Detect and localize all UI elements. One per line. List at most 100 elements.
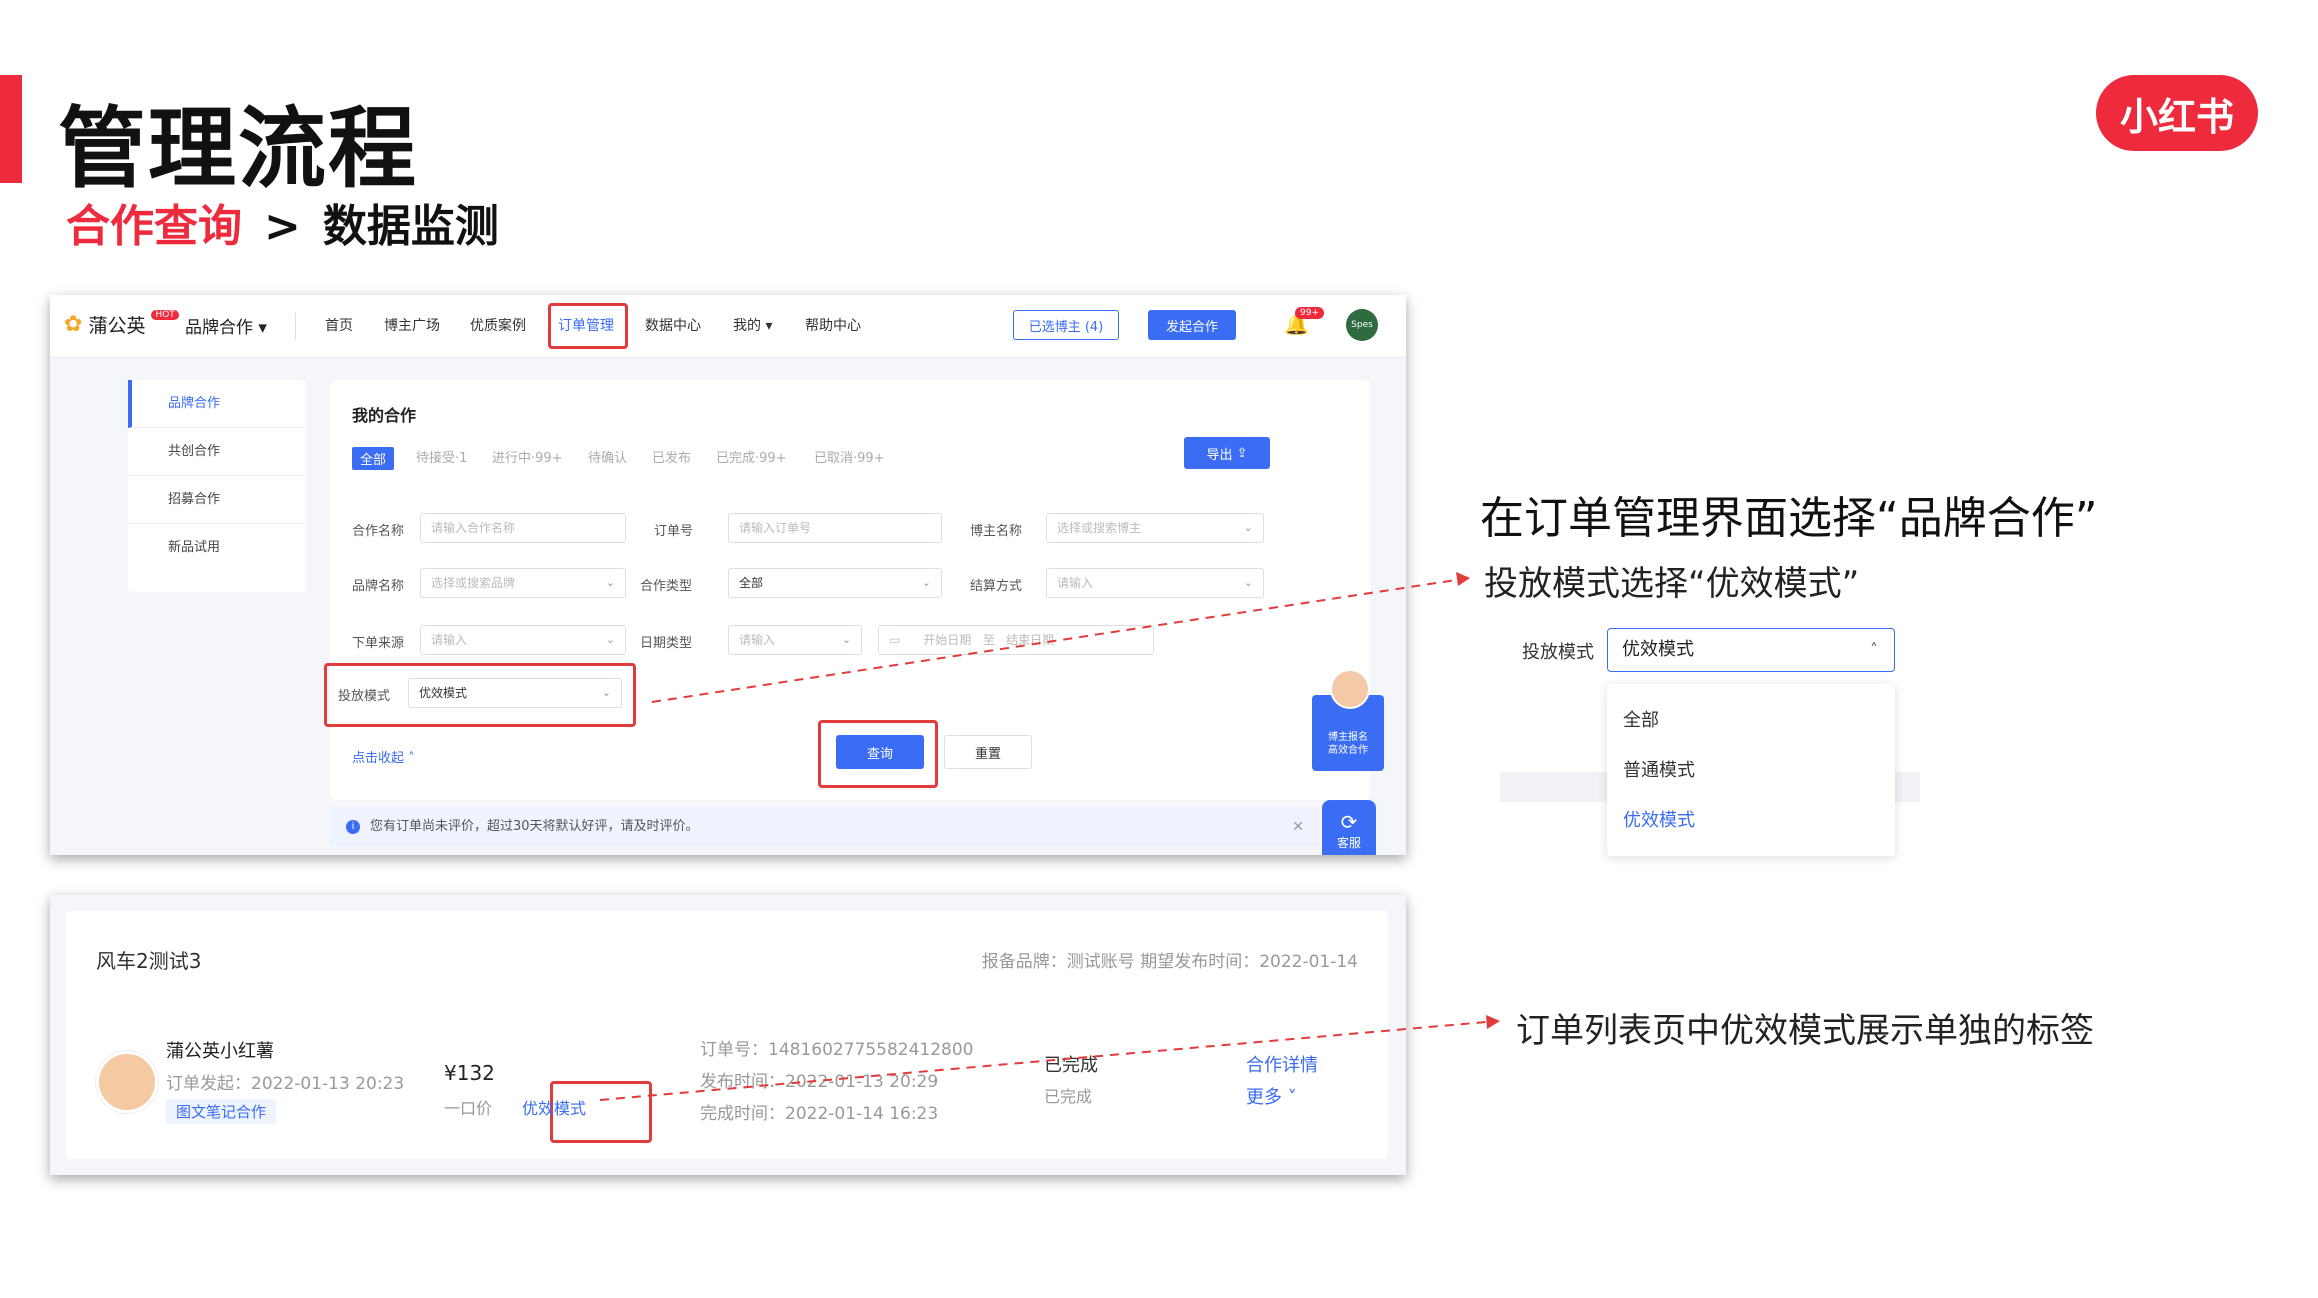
date-end: 结束日期 (1006, 633, 1055, 647)
chevron-down-icon: ⌄ (605, 633, 615, 646)
date-to: 至 (982, 633, 995, 647)
coop-detail-link[interactable]: 合作详情 (1246, 1051, 1318, 1077)
tab-pending-accept[interactable]: 待接受·1 (416, 447, 467, 466)
mascot-icon (1330, 669, 1370, 709)
sidebar-item-co-creation[interactable]: 共创合作 (128, 428, 306, 476)
option-normal[interactable]: 普通模式 (1623, 756, 1695, 782)
review-notice: i 您有订单尚未评价，超过30天将默认好评，请及时评价。 ✕ (330, 807, 1320, 847)
order-no-input[interactable]: 请输入订单号 (728, 513, 942, 543)
delivery-mode-select-text: 优效模式 (419, 686, 468, 700)
brand-logo[interactable]: ✿ 蒲公英 HOT (64, 309, 179, 338)
panel-title: 我的合作 (352, 406, 417, 425)
notification-count: 99+ (1295, 307, 1324, 319)
nav-order-management[interactable]: 订单管理 (558, 315, 614, 335)
dropdown-menu: 全部 普通模式 优效模式 (1607, 684, 1895, 856)
tab-published[interactable]: 已发布 (652, 447, 691, 466)
blogger-avatar (96, 1051, 158, 1113)
settlement-label: 结算方式 (970, 579, 1023, 594)
coop-type-select-text: 全部 (739, 576, 764, 590)
nav-cases[interactable]: 优质案例 (470, 315, 526, 335)
date-type-select[interactable]: 请输入 ⌄ (728, 625, 862, 655)
tab-cancelled[interactable]: 已取消·99+ (814, 447, 885, 466)
blogger-name[interactable]: 蒲公英小红薯 (166, 1037, 274, 1063)
breadcrumb-next: 数据监测 (322, 201, 499, 252)
selected-bloggers-button[interactable]: 已选博主 (4) (1013, 310, 1119, 340)
date-type-label: 日期类型 (640, 636, 693, 651)
brand-name: 蒲公英 (88, 315, 146, 337)
tab-completed[interactable]: 已完成·99+ (716, 447, 787, 466)
collapse-link[interactable]: 点击收起 ˄ (352, 747, 415, 766)
tab-in-progress[interactable]: 进行中·99+ (492, 447, 563, 466)
option-all[interactable]: 全部 (1623, 706, 1659, 732)
customer-service-button[interactable]: ⟳ 客服 (1322, 800, 1376, 855)
chevron-down-icon: ⌄ (841, 633, 851, 646)
blogger-signup-promo[interactable]: 博主报名 高效合作 (1312, 669, 1384, 771)
delivery-mode-select[interactable]: 优效模式 ⌄ (408, 678, 622, 708)
order-status: 已完成 (1044, 1055, 1098, 1076)
publish-time: 发布时间：2022-01-13 20:29 (700, 1072, 939, 1092)
arrow-tag-head (1486, 1015, 1500, 1029)
dandelion-icon: ✿ (64, 312, 83, 337)
my-coop-panel: 我的合作 全部 待接受·1 进行中·99+ 待确认 已发布 已完成·99+ 已取… (324, 380, 1370, 800)
sidebar-item-trial[interactable]: 新品试用 (128, 524, 306, 572)
brand-coop-menu[interactable]: 品牌合作 ▾ (185, 313, 267, 338)
coop-type-select[interactable]: 全部 ⌄ (728, 568, 942, 598)
brand-name-label: 品牌名称 (352, 579, 405, 594)
create-coop-button[interactable]: 发起合作 (1148, 310, 1236, 340)
blogger-select[interactable]: 选择或搜索博主 ⌄ (1046, 513, 1264, 543)
order-created-time: 订单发起：2022-01-13 20:23 (166, 1074, 405, 1094)
order-number: 订单号：1481602775582412800 (700, 1040, 974, 1060)
export-button[interactable]: 导出 ⇪ (1184, 437, 1270, 469)
refresh-icon: ⟳ (1340, 810, 1358, 834)
order-source-label: 下单来源 (352, 636, 405, 651)
sidebar-item-recruit[interactable]: 招募合作 (128, 476, 306, 524)
export-label: 导出 (1206, 447, 1233, 463)
title-accent-bar (0, 75, 22, 183)
annotation-sub: 投放模式选择“优效模式” (1484, 564, 1860, 604)
dropdown-label: 投放模式 (1522, 642, 1594, 663)
chevron-down-icon: ⌄ (921, 576, 931, 589)
brand-select-text: 选择或搜索品牌 (431, 576, 516, 590)
arrow-mode-head (1456, 572, 1470, 586)
option-effective[interactable]: 优效模式 (1623, 806, 1695, 832)
order-source-select[interactable]: 请输入 ⌄ (420, 625, 626, 655)
delivery-mode-label: 投放模式 (338, 689, 391, 704)
nav-mine[interactable]: 我的 ▾ (733, 315, 772, 335)
avatar[interactable]: Spes (1346, 309, 1378, 341)
notice-text: 您有订单尚未评价，超过30天将默认好评，请及时评价。 (370, 819, 699, 834)
order-card: 风车2测试3 报备品牌：测试账号 期望发布时间：2022-01-14 蒲公英小红… (66, 911, 1388, 1159)
dropdown-value: 优效模式 (1622, 639, 1694, 660)
nav-blogger-square[interactable]: 博主广场 (384, 315, 440, 335)
price-type: 一口价 (444, 1099, 493, 1118)
tab-pending-confirm[interactable]: 待确认 (588, 447, 627, 466)
tab-all[interactable]: 全部 (352, 447, 395, 470)
breadcrumb-current: 合作查询 (66, 201, 242, 252)
settlement-select[interactable]: 请输入 ⌄ (1046, 568, 1264, 598)
nav-data-center[interactable]: 数据中心 (645, 315, 701, 335)
date-start: 开始日期 (923, 633, 972, 647)
coop-type-tag: 图文笔记合作 (166, 1099, 277, 1124)
order-title: 风车2测试3 (96, 949, 202, 973)
close-icon[interactable]: ✕ (1292, 807, 1304, 847)
sidebar-item-brand-coop[interactable]: 品牌合作 (128, 380, 306, 428)
nav-help-center[interactable]: 帮助中心 (805, 315, 861, 335)
reset-button[interactable]: 重置 (944, 735, 1032, 769)
coop-name-input[interactable]: 请输入合作名称 (420, 513, 626, 543)
finish-time: 完成时间：2022-01-14 16:23 (700, 1104, 939, 1124)
settlement-select-text: 请输入 (1057, 576, 1094, 590)
query-button[interactable]: 查询 (836, 735, 924, 769)
order-source-select-text: 请输入 (431, 633, 468, 647)
nav-home[interactable]: 首页 (325, 315, 353, 335)
coop-name-label: 合作名称 (352, 524, 405, 539)
chevron-down-icon: ⌄ (1243, 521, 1253, 534)
order-management-screenshot: ✿ 蒲公英 HOT 品牌合作 ▾ 首页 博主广场 优质案例 订单管理 数据中心 … (50, 295, 1406, 855)
calendar-icon: ▭ (889, 633, 901, 647)
blogger-name-label: 博主名称 (970, 524, 1023, 539)
chevron-down-icon: ⌄ (605, 576, 615, 589)
delivery-mode-dropdown[interactable]: 优效模式 ˄ (1607, 628, 1895, 672)
chevron-down-icon: ⌄ (1243, 576, 1253, 589)
brand-select[interactable]: 选择或搜索品牌 ⌄ (420, 568, 626, 598)
chevron-up-icon: ˄ (1870, 640, 1878, 659)
more-link[interactable]: 更多 ˅ (1246, 1083, 1297, 1109)
date-range-picker[interactable]: ▭ 开始日期 至 结束日期 (878, 625, 1154, 655)
